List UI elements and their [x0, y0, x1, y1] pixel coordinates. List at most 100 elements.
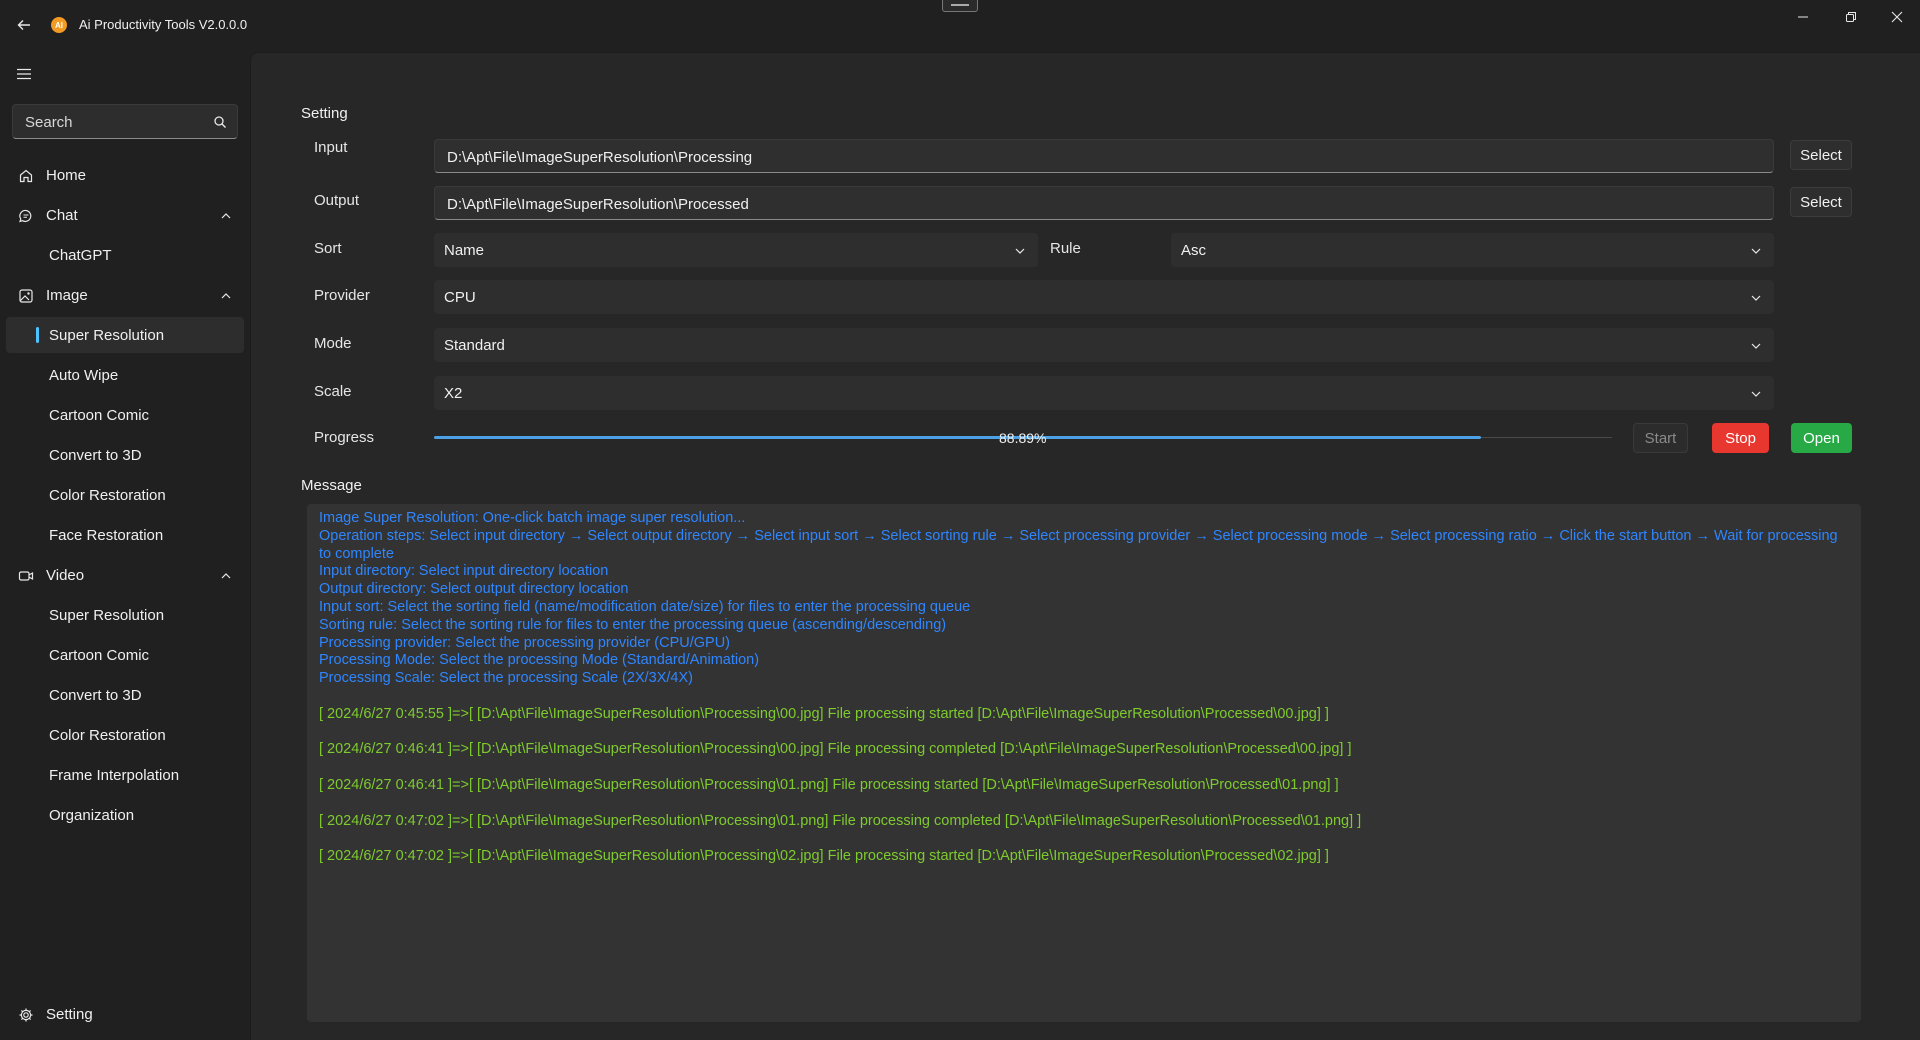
- sort-select[interactable]: Name: [434, 233, 1038, 267]
- sidebar-item-face-restoration[interactable]: Face Restoration: [6, 517, 244, 553]
- drag-handle[interactable]: [942, 0, 978, 12]
- close-button[interactable]: [1874, 0, 1920, 34]
- sidebar-item-home[interactable]: Home: [6, 157, 244, 193]
- sidebar-item-label: Super Resolution: [49, 607, 165, 624]
- sidebar-item-image-convert-to-3d[interactable]: Convert to 3D: [6, 437, 244, 473]
- chevron-up-icon[interactable]: [220, 570, 232, 582]
- search-icon[interactable]: [213, 115, 227, 129]
- video-icon: [18, 571, 34, 581]
- message-info-line: Image Super Resolution: One-click batch …: [319, 510, 746, 526]
- mode-select[interactable]: Standard: [434, 328, 1774, 362]
- scale-value: X2: [444, 385, 463, 402]
- sidebar-item-setting[interactable]: Setting: [6, 996, 244, 1032]
- sidebar-item-label: Convert to 3D: [49, 687, 142, 704]
- log-line: [ 2024/6/27 0:47:02 ]=>[ [D:\Apt\File\Im…: [319, 848, 1329, 865]
- log-line: [ 2024/6/27 0:45:55 ]=>[ [D:\Apt\File\Im…: [319, 705, 1329, 722]
- sidebar: Search Home Chat ChatGPT Image Super Res…: [0, 50, 250, 1040]
- minimize-button[interactable]: [1780, 0, 1826, 34]
- input-label: Input: [314, 139, 348, 156]
- sidebar-item-video[interactable]: Video: [6, 557, 244, 593]
- sidebar-item-chat[interactable]: Chat: [6, 197, 244, 233]
- sidebar-item-label: Cartoon Comic: [49, 647, 150, 664]
- rule-label: Rule: [1050, 240, 1081, 257]
- back-arrow-icon: [17, 20, 30, 30]
- rule-select[interactable]: Asc: [1171, 233, 1774, 267]
- sidebar-item-image-color-restoration[interactable]: Color Restoration: [6, 477, 244, 513]
- sidebar-item-image-super-resolution[interactable]: Super Resolution: [6, 317, 244, 353]
- setting-section-title: Setting: [301, 105, 348, 122]
- chevron-down-icon: [1751, 295, 1761, 301]
- sidebar-item-organization[interactable]: Organization: [6, 797, 244, 833]
- restore-button[interactable]: [1828, 0, 1874, 34]
- message-info-line: Input sort: Select the sorting field (na…: [319, 598, 971, 615]
- log-line: [ 2024/6/27 0:46:41 ]=>[ [D:\Apt\File\Im…: [319, 741, 1352, 758]
- sidebar-item-video-convert-to-3d[interactable]: Convert to 3D: [6, 677, 244, 713]
- provider-select[interactable]: CPU: [434, 280, 1774, 314]
- app-title: Ai Productivity Tools V2.0.0.0: [79, 17, 248, 32]
- input-directory-value: D:\Apt\File\ImageSuperResolution\Process…: [447, 149, 753, 166]
- back-button[interactable]: [12, 13, 36, 37]
- chevron-down-icon: [1751, 248, 1761, 254]
- chevron-down-icon: [1751, 391, 1761, 397]
- provider-label: Provider: [314, 287, 370, 304]
- sidebar-item-video-cartoon-comic[interactable]: Cartoon Comic: [6, 637, 244, 673]
- output-select-button[interactable]: Select: [1790, 187, 1852, 217]
- sidebar-item-label: Frame Interpolation: [49, 767, 180, 784]
- output-label: Output: [314, 192, 360, 209]
- hamburger-icon: [17, 68, 31, 80]
- sidebar-item-label: Super Resolution: [49, 327, 165, 344]
- chevron-up-icon[interactable]: [220, 290, 232, 302]
- chevron-up-icon[interactable]: [220, 210, 232, 222]
- sidebar-item-label: Cartoon Comic: [49, 407, 150, 424]
- search-placeholder: Search: [25, 114, 73, 131]
- message-log[interactable]: Image Super Resolution: One-click batch …: [307, 504, 1861, 1022]
- sidebar-item-label: Color Restoration: [49, 727, 166, 744]
- sidebar-item-frame-interpolation[interactable]: Frame Interpolation: [6, 757, 244, 793]
- minimize-icon: [1798, 16, 1808, 18]
- sidebar-item-label: Video: [46, 567, 85, 584]
- image-icon: [19, 289, 33, 303]
- input-select-button[interactable]: Select: [1790, 140, 1852, 170]
- start-button[interactable]: Start: [1633, 423, 1688, 453]
- message-info-line: Input directory: Select input directory …: [319, 563, 609, 580]
- scale-select[interactable]: X2: [434, 376, 1774, 410]
- sidebar-item-label: Setting: [46, 1006, 93, 1023]
- close-icon: [1891, 11, 1903, 23]
- message-section-title: Message: [301, 477, 362, 494]
- sidebar-item-video-color-restoration[interactable]: Color Restoration: [6, 717, 244, 753]
- message-info-line: Operation steps: Select input directory …: [319, 527, 1838, 562]
- message-info-block: Image Super Resolution: One-click batch …: [319, 510, 1849, 688]
- sidebar-item-label: ChatGPT: [49, 247, 112, 264]
- sidebar-item-label: Face Restoration: [49, 527, 164, 544]
- restore-icon: [1846, 12, 1856, 22]
- app-logo: AI: [51, 17, 67, 33]
- sidebar-item-video-super-resolution[interactable]: Super Resolution: [6, 597, 244, 633]
- sidebar-item-chatgpt[interactable]: ChatGPT: [6, 237, 244, 273]
- log-line: [ 2024/6/27 0:47:02 ]=>[ [D:\Apt\File\Im…: [319, 812, 1362, 829]
- chevron-down-icon: [1015, 248, 1025, 254]
- sidebar-item-label: Chat: [46, 207, 78, 224]
- input-directory-field[interactable]: D:\Apt\File\ImageSuperResolution\Process…: [434, 139, 1774, 173]
- sidebar-item-label: Auto Wipe: [49, 367, 119, 384]
- sort-label: Sort: [314, 240, 342, 257]
- open-button[interactable]: Open: [1791, 423, 1852, 453]
- message-info-line: Processing Mode: Select the processing M…: [319, 652, 760, 669]
- search-input[interactable]: Search: [12, 104, 238, 139]
- log-line: [ 2024/6/27 0:46:41 ]=>[ [D:\Apt\File\Im…: [319, 776, 1339, 793]
- home-icon: [19, 169, 33, 183]
- message-info-line: Processing provider: Select the processi…: [319, 634, 730, 651]
- sidebar-item-image-cartoon-comic[interactable]: Cartoon Comic: [6, 397, 244, 433]
- progress-percent: 88.89%: [999, 430, 1047, 446]
- sidebar-item-label: Organization: [49, 807, 135, 824]
- message-info-line: Output directory: Select output director…: [319, 581, 629, 598]
- output-directory-field[interactable]: D:\Apt\File\ImageSuperResolution\Process…: [434, 186, 1774, 220]
- menu-toggle-button[interactable]: [12, 62, 36, 86]
- sort-value: Name: [444, 242, 485, 259]
- scale-label: Scale: [314, 383, 352, 400]
- rule-value: Asc: [1181, 242, 1207, 259]
- sidebar-item-label: Convert to 3D: [49, 447, 142, 464]
- stop-button[interactable]: Stop: [1712, 423, 1769, 453]
- sidebar-item-label: Color Restoration: [49, 487, 166, 504]
- sidebar-item-image[interactable]: Image: [6, 277, 244, 313]
- sidebar-item-auto-wipe[interactable]: Auto Wipe: [6, 357, 244, 393]
